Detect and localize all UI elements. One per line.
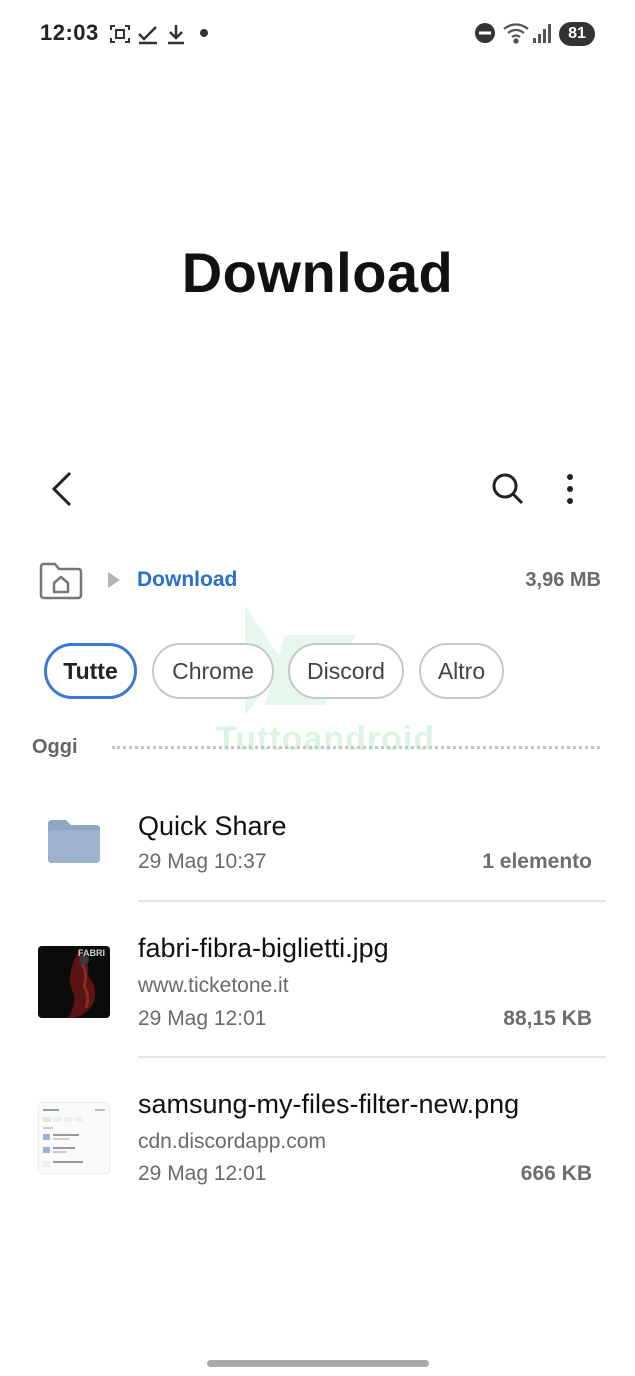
file-size: 88,15 KB [503, 1007, 592, 1030]
filter-chip-altro[interactable]: Altro [419, 643, 504, 699]
page-title: Download [181, 241, 454, 304]
battery-indicator: 81 [559, 22, 595, 46]
check-icon [136, 22, 160, 51]
filter-chip-label: Altro [437, 657, 486, 684]
gesture-navigation-bar[interactable] [207, 1360, 429, 1367]
status-bar: 12:03 81 [0, 14, 635, 54]
file-size: 666 KB [520, 1162, 592, 1185]
filter-chip-label: Chrome [172, 657, 254, 684]
file-name: Quick Share [138, 811, 287, 841]
list-item-quick-share[interactable]: Quick Share 29 Mag 10:37 1 elemento [0, 800, 635, 900]
file-source: www.ticketone.it [138, 974, 289, 997]
wifi-icon [502, 20, 530, 49]
file-date: 29 Mag 10:37 [138, 850, 267, 873]
thumbnail-text: FABRI [78, 948, 105, 958]
status-time: 12:03 [40, 20, 99, 45]
list-divider [138, 900, 606, 902]
file-source: cdn.discordapp.com [138, 1130, 326, 1153]
image-thumbnail: FABRI [38, 946, 110, 1018]
breadcrumb-current[interactable]: Download [137, 568, 237, 592]
list-item-samsung-my-files[interactable]: samsung-my-files-filter-new.png cdn.disc… [0, 1076, 635, 1206]
folder-size: 3,96 MB [525, 569, 601, 591]
more-options-button[interactable] [546, 465, 594, 513]
home-folder-icon [39, 562, 83, 600]
chevron-left-icon [51, 471, 72, 507]
do-not-disturb-icon [474, 22, 496, 49]
filter-chip-tutte[interactable]: Tutte [44, 643, 137, 699]
my-files-screen: 12:03 81 Download Tuttoandroid Download … [0, 0, 635, 1376]
breadcrumb-arrow-icon [106, 571, 122, 594]
download-icon [164, 22, 188, 51]
signal-icon [532, 22, 552, 49]
file-date: 29 Mag 12:01 [138, 1007, 267, 1030]
filter-chip-discord[interactable]: Discord [288, 643, 404, 699]
filter-chip-label: Discord [307, 657, 385, 684]
filter-chip-chrome[interactable]: Chrome [152, 643, 274, 699]
file-name: fabri-fibra-biglietti.jpg [138, 933, 389, 963]
folder-icon [48, 820, 100, 863]
list-item-fabri-fibra[interactable]: FABRI fabri-fibra-biglietti.jpg www.tick… [0, 920, 635, 1050]
notification-dot-icon [200, 29, 208, 37]
list-divider [138, 1056, 606, 1058]
file-date: 29 Mag 12:01 [138, 1162, 267, 1185]
back-button[interactable] [38, 465, 86, 513]
home-button[interactable] [38, 561, 84, 601]
search-button[interactable] [484, 465, 532, 513]
section-divider [112, 746, 600, 749]
screenshot-icon [108, 22, 132, 51]
filter-chip-label: Tutte [63, 657, 118, 684]
more-vertical-icon [567, 474, 573, 504]
file-name: samsung-my-files-filter-new.png [138, 1089, 520, 1119]
search-icon [492, 473, 524, 505]
watermark-text: Tuttoandroid [216, 720, 436, 758]
file-size: 1 elemento [482, 850, 592, 873]
image-thumbnail [38, 1102, 110, 1174]
section-header-today: Oggi [32, 736, 78, 758]
